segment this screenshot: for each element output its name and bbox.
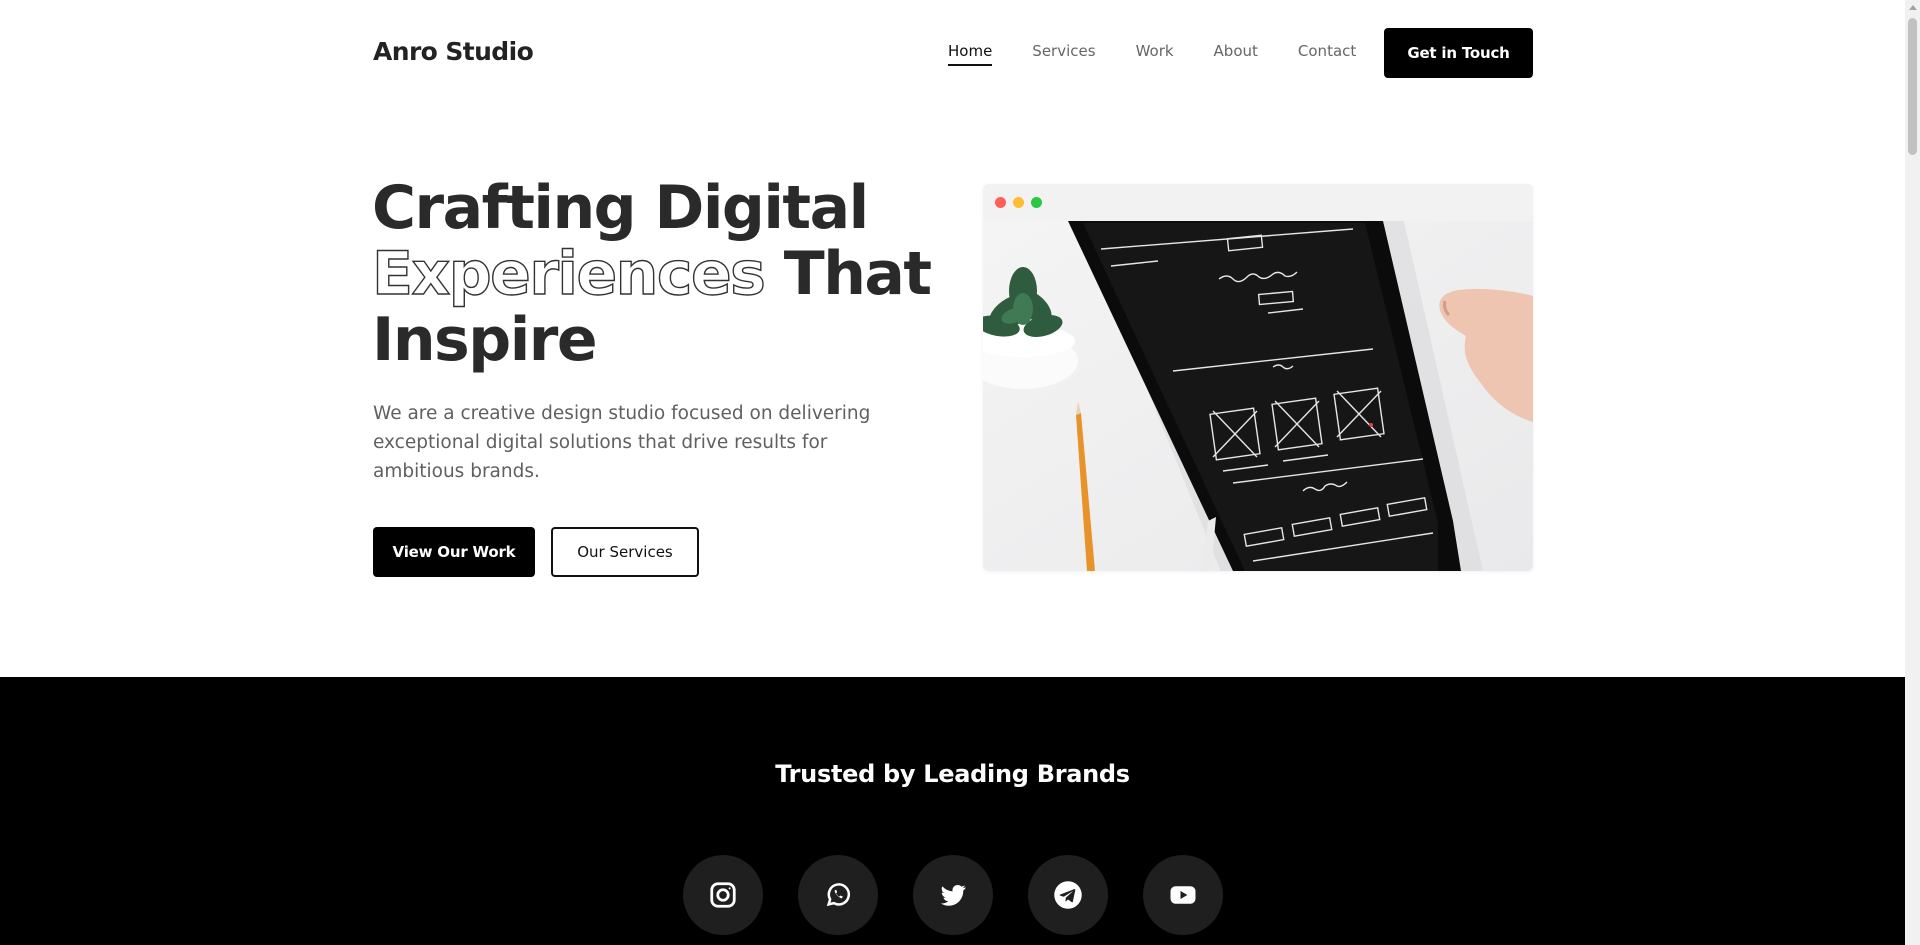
scroll-up-arrow-icon[interactable] <box>1909 5 1917 10</box>
hero-title-outline-word: Experiences <box>371 239 766 309</box>
page: Anro Studio Home Services Work About Con… <box>0 0 1905 945</box>
twitter-icon[interactable] <box>913 855 993 935</box>
our-services-button[interactable]: Our Services <box>551 527 699 577</box>
window-minimize-dot <box>1013 197 1024 208</box>
nav-item-home[interactable]: Home <box>948 42 993 66</box>
youtube-icon[interactable] <box>1143 855 1223 935</box>
brand-list <box>683 855 1223 935</box>
hero-title: Crafting Digital Experiences That Inspir… <box>371 173 932 375</box>
hero-title-line3: Inspire <box>372 305 598 375</box>
trusted-brands-title: Trusted by Leading Brands <box>775 760 1130 788</box>
browser-titlebar <box>983 184 1533 221</box>
site-header: Anro Studio Home Services Work About Con… <box>0 0 1905 106</box>
tablet-wireframe-image <box>983 221 1533 571</box>
hero-title-line2-rest: That <box>783 239 932 309</box>
nav-item-about[interactable]: About <box>1214 42 1258 66</box>
whatsapp-icon[interactable] <box>798 855 878 935</box>
window-close-dot <box>995 197 1006 208</box>
main-nav: Home Services Work About Contact <box>948 42 1356 66</box>
telegram-icon[interactable] <box>1028 855 1108 935</box>
nav-item-contact[interactable]: Contact <box>1298 42 1356 66</box>
scroll-thumb[interactable] <box>1908 18 1917 155</box>
browser-mockup <box>983 184 1533 571</box>
vertical-scrollbar[interactable] <box>1905 0 1920 945</box>
view-our-work-button[interactable]: View Our Work <box>373 527 535 577</box>
hero-title-line1: Crafting Digital <box>372 173 869 243</box>
site-logo[interactable]: Anro Studio <box>373 37 534 66</box>
window-maximize-dot <box>1031 197 1042 208</box>
trusted-brands-section: Trusted by Leading Brands <box>0 677 1905 945</box>
hero-description: We are a creative design studio focused … <box>373 403 871 482</box>
nav-item-work[interactable]: Work <box>1136 42 1174 66</box>
nav-item-services[interactable]: Services <box>1032 42 1095 66</box>
instagram-icon[interactable] <box>683 855 763 935</box>
get-in-touch-button[interactable]: Get in Touch <box>1384 28 1533 78</box>
